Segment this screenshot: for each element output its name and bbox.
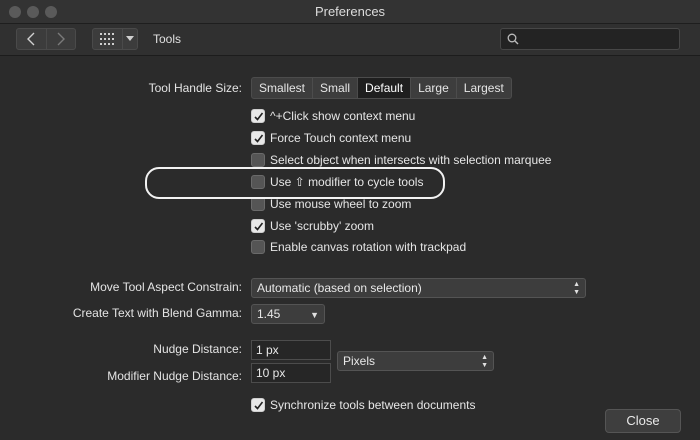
highlight-annotation bbox=[145, 167, 445, 199]
checkbox-ctrl-click[interactable] bbox=[251, 109, 265, 123]
chevron-left-icon bbox=[27, 32, 35, 46]
search-icon bbox=[507, 33, 519, 45]
checkmark-icon bbox=[254, 134, 264, 143]
show-all-button[interactable] bbox=[92, 28, 138, 50]
blend-gamma-label: Create Text with Blend Gamma: bbox=[72, 306, 242, 320]
window-title: Preferences bbox=[314, 4, 386, 19]
checkbox-row-canvas-rotation[interactable]: Enable canvas rotation with trackpad bbox=[251, 238, 466, 256]
nav-buttons bbox=[16, 28, 76, 50]
grid-icon bbox=[99, 33, 114, 45]
checkbox-scrubby-zoom[interactable] bbox=[251, 219, 265, 233]
close-button[interactable]: Close bbox=[605, 409, 681, 433]
checkmark-icon bbox=[254, 112, 264, 121]
checkbox-label: Enable canvas rotation with trackpad bbox=[270, 240, 467, 254]
chevron-down-icon: ▼ bbox=[310, 310, 319, 320]
checkbox-select-intersect[interactable] bbox=[251, 153, 265, 167]
handle-size-default[interactable]: Default bbox=[357, 78, 411, 98]
checkbox-row-sync-tools[interactable]: Synchronize tools between documents bbox=[251, 396, 475, 414]
checkbox-mouse-wheel-zoom[interactable] bbox=[251, 197, 265, 211]
checkbox-label: Use mouse wheel to zoom bbox=[270, 197, 412, 211]
checkmark-icon bbox=[254, 222, 264, 231]
handle-size-large[interactable]: Large bbox=[410, 78, 456, 98]
checkbox-label: Select object when intersects with selec… bbox=[270, 153, 552, 167]
checkbox-row-force-touch[interactable]: Force Touch context menu bbox=[251, 129, 411, 147]
move-tool-value: Automatic (based on selection) bbox=[257, 281, 422, 295]
search-box[interactable] bbox=[500, 28, 680, 50]
checkbox-label: Use 'scrubby' zoom bbox=[270, 219, 374, 233]
up-down-arrows-icon: ▲ ▼ bbox=[481, 354, 488, 369]
handle-size-largest[interactable]: Largest bbox=[455, 78, 511, 98]
nudge-unit-value: Pixels bbox=[343, 354, 376, 368]
checkbox-row-scrubby-zoom[interactable]: Use 'scrubby' zoom bbox=[251, 217, 374, 235]
modifier-nudge-input[interactable]: 10 px bbox=[251, 363, 331, 383]
title-bar: Preferences bbox=[0, 0, 700, 24]
up-down-arrows-icon: ▲ ▼ bbox=[573, 281, 580, 296]
search-input[interactable] bbox=[523, 31, 673, 47]
chevron-right-icon bbox=[57, 32, 65, 46]
nudge-unit-select[interactable]: Pixels ▲ ▼ bbox=[337, 351, 494, 371]
tool-handle-size-label: Tool Handle Size: bbox=[148, 81, 242, 95]
checkbox-label: ^+Click show context menu bbox=[270, 109, 416, 123]
forward-button[interactable] bbox=[45, 29, 76, 49]
nudge-distance-input[interactable]: 1 px bbox=[251, 340, 331, 360]
tool-handle-size-control: Smallest Small Default Large Largest bbox=[251, 77, 512, 99]
checkbox-force-touch[interactable] bbox=[251, 131, 265, 145]
checkbox-label: Synchronize tools between documents bbox=[270, 398, 476, 412]
checkmark-icon bbox=[254, 401, 264, 410]
handle-size-small[interactable]: Small bbox=[312, 78, 357, 98]
modifier-nudge-label: Modifier Nudge Distance: bbox=[107, 369, 242, 383]
caret-down-icon bbox=[126, 36, 134, 41]
checkbox-row-ctrl-click[interactable]: ^+Click show context menu bbox=[251, 107, 415, 125]
move-tool-label: Move Tool Aspect Constrain: bbox=[90, 280, 242, 294]
pane-title: Tools bbox=[153, 32, 182, 46]
checkbox-label: Force Touch context menu bbox=[270, 131, 412, 145]
blend-gamma-value: 1.45 bbox=[257, 307, 281, 321]
checkbox-canvas-rotation[interactable] bbox=[251, 240, 265, 254]
handle-size-smallest[interactable]: Smallest bbox=[252, 78, 312, 98]
nudge-distance-label: Nudge Distance: bbox=[153, 342, 242, 356]
toolbar: Tools bbox=[0, 24, 700, 56]
checkbox-sync-tools[interactable] bbox=[251, 398, 265, 412]
blend-gamma-select[interactable]: 1.45 ▼ bbox=[251, 304, 325, 324]
back-button[interactable] bbox=[17, 29, 46, 49]
move-tool-constrain-select[interactable]: Automatic (based on selection) ▲ ▼ bbox=[251, 278, 586, 298]
